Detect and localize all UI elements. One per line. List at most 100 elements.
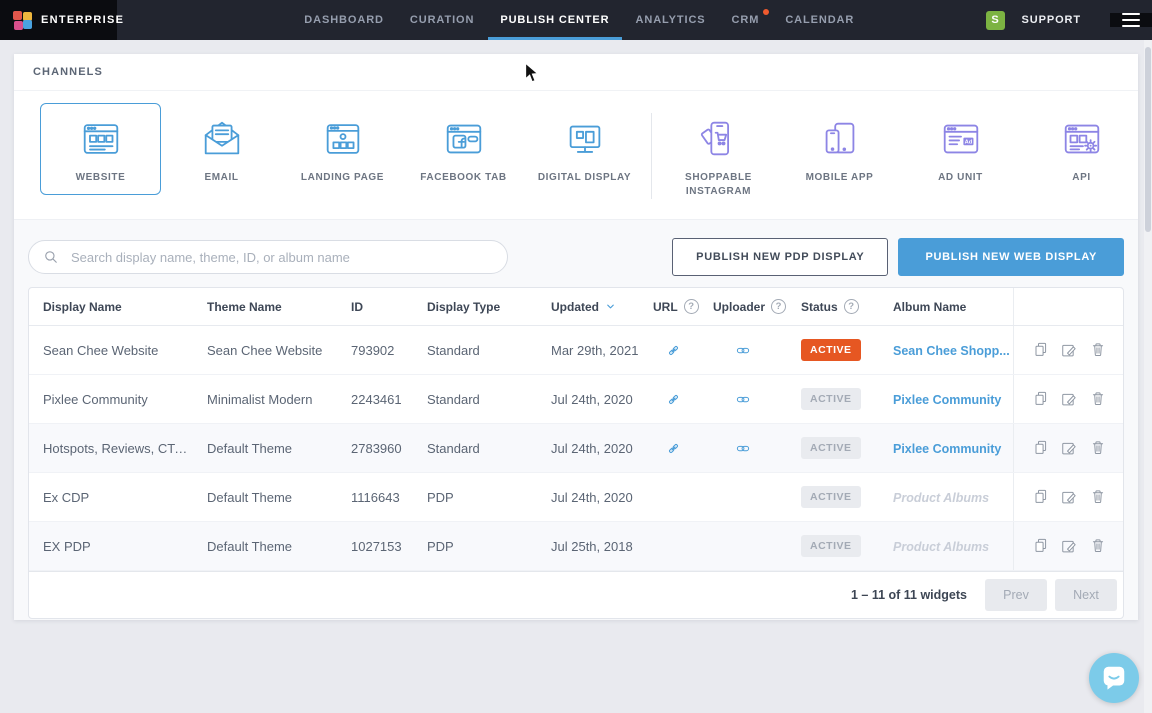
channels-divider [651, 113, 652, 199]
delete-icon[interactable] [1088, 438, 1108, 458]
edit-icon[interactable] [1059, 389, 1079, 409]
column-header-album-name[interactable]: Album Name [879, 288, 1013, 326]
cell-display-type: Standard [413, 326, 537, 375]
pagination-count: 1 – 11 of 11 widgets [851, 588, 967, 602]
table-body: Sean Chee Website Sean Chee Website 7939… [29, 326, 1124, 571]
cell-display-type: Standard [413, 375, 537, 424]
sort-desc-icon[interactable] [605, 301, 616, 312]
column-header-theme-name[interactable]: Theme Name [193, 288, 337, 326]
nav-right: S SUPPORT [986, 0, 1152, 40]
column-header-display-type[interactable]: Display Type [413, 288, 537, 326]
status-badge: ACTIVE [801, 339, 861, 361]
channel-icon [938, 115, 984, 163]
delete-icon[interactable] [1088, 389, 1108, 409]
column-header[interactable] [1013, 288, 1124, 326]
delete-icon[interactable] [1088, 487, 1108, 507]
duplicate-icon[interactable] [1031, 438, 1051, 458]
channel-item-api[interactable]: API [1021, 103, 1142, 195]
url-link-icon[interactable] [666, 392, 681, 407]
status-badge: ACTIVE [801, 388, 861, 410]
user-badge[interactable]: S [986, 11, 1005, 30]
duplicate-icon[interactable] [1031, 340, 1051, 360]
nav-item-publish-center[interactable]: PUBLISH CENTER [487, 0, 622, 40]
nav-item-curation[interactable]: CURATION [397, 0, 487, 40]
channel-icon [199, 115, 245, 163]
column-header-url[interactable]: URL ? [647, 288, 699, 326]
column-header-updated[interactable]: Updated [537, 288, 647, 326]
channels-header: CHANNELS [14, 54, 1138, 91]
chat-widget-button[interactable] [1089, 653, 1139, 703]
column-header-status[interactable]: Status ? [787, 288, 879, 326]
help-icon[interactable]: ? [684, 299, 699, 314]
nav-item-dashboard[interactable]: DASHBOARD [291, 0, 397, 40]
scrollbar-track[interactable] [1144, 40, 1152, 713]
hamburger-menu-button[interactable] [1110, 13, 1152, 28]
channel-icon [441, 115, 487, 163]
url-link-icon[interactable] [666, 441, 681, 456]
cell-display-name: Sean Chee Website [29, 326, 193, 375]
cell-id: 2783960 [337, 424, 413, 473]
column-header-uploader[interactable]: Uploader ? [699, 288, 787, 326]
channel-icon [817, 115, 863, 163]
table-row: Pixlee Community Minimalist Modern 22434… [29, 375, 1124, 424]
channel-item-email[interactable]: EMAIL [161, 103, 282, 195]
album-name-link[interactable]: Sean Chee Shopp... [893, 344, 1010, 358]
url-link-icon[interactable] [666, 343, 681, 358]
publish-new-pdp-display-button[interactable]: PUBLISH NEW PDP DISPLAY [672, 238, 888, 276]
nav-item-analytics[interactable]: ANALYTICS [623, 0, 719, 40]
delete-icon[interactable] [1088, 536, 1108, 556]
channel-item-ad-unit[interactable]: AD UNIT [900, 103, 1021, 195]
channel-item-shoppable-instagram[interactable]: SHOPPABLE INSTAGRAM [658, 103, 779, 208]
channel-item-facebook-tab[interactable]: FACEBOOK TAB [403, 103, 524, 195]
search-input[interactable] [28, 240, 508, 274]
nav-item-crm[interactable]: CRM [719, 0, 773, 40]
duplicate-icon[interactable] [1031, 536, 1051, 556]
duplicate-icon[interactable] [1031, 389, 1051, 409]
nav-links: DASHBOARD CURATION PUBLISH CENTER ANALYT… [291, 0, 867, 40]
channel-item-mobile-app[interactable]: MOBILE APP [779, 103, 900, 195]
main-panel: CHANNELS WEBSITE EMAIL LANDING PAGE FACE… [14, 54, 1138, 620]
displays-table: Display Name Theme Name ID Display Type … [29, 288, 1124, 571]
help-icon[interactable]: ? [844, 299, 859, 314]
channel-item-website[interactable]: WEBSITE [40, 103, 161, 195]
uploader-link-icon[interactable] [734, 441, 752, 456]
delete-icon[interactable] [1088, 340, 1108, 360]
album-name-link: Product Albums [893, 540, 989, 554]
channel-item-digital-display[interactable]: DIGITAL DISPLAY [524, 103, 645, 195]
help-icon[interactable]: ? [771, 299, 786, 314]
search-icon [42, 248, 60, 266]
table-row: EX PDP Default Theme 1027153 PDP Jul 25t… [29, 522, 1124, 571]
scrollbar-thumb[interactable] [1145, 47, 1151, 232]
displays-table-card: Display Name Theme Name ID Display Type … [28, 287, 1124, 619]
brand[interactable]: ENTERPRISE [0, 0, 117, 40]
cell-display-type: PDP [413, 522, 537, 571]
support-link[interactable]: SUPPORT [1022, 14, 1081, 26]
channels-row: WEBSITE EMAIL LANDING PAGE FACEBOOK TAB … [14, 91, 1138, 219]
duplicate-icon[interactable] [1031, 487, 1051, 507]
album-name-link[interactable]: Pixlee Community [893, 393, 1001, 407]
uploader-link-icon[interactable] [734, 343, 752, 358]
edit-icon[interactable] [1059, 340, 1079, 360]
album-name-link[interactable]: Pixlee Community [893, 442, 1001, 456]
brand-logo-icon [13, 11, 32, 30]
cell-theme-name: Minimalist Modern [193, 375, 337, 424]
album-name-link: Product Albums [893, 491, 989, 505]
nav-item-calendar[interactable]: CALENDAR [772, 0, 867, 40]
column-header-id[interactable]: ID [337, 288, 413, 326]
prev-button[interactable]: Prev [985, 579, 1047, 611]
notification-dot [763, 9, 769, 15]
uploader-link-icon[interactable] [734, 392, 752, 407]
edit-icon[interactable] [1059, 438, 1079, 458]
publish-new-web-display-button[interactable]: PUBLISH NEW WEB DISPLAY [898, 238, 1124, 276]
cell-theme-name: Default Theme [193, 473, 337, 522]
edit-icon[interactable] [1059, 536, 1079, 556]
channel-item-landing-page[interactable]: LANDING PAGE [282, 103, 403, 195]
cell-id: 2243461 [337, 375, 413, 424]
search-box[interactable] [28, 240, 508, 274]
edit-icon[interactable] [1059, 487, 1079, 507]
table-header-row: Display Name Theme Name ID Display Type … [29, 288, 1124, 326]
channel-icon [320, 115, 366, 163]
cell-updated: Mar 29th, 2021 [537, 326, 647, 375]
next-button[interactable]: Next [1055, 579, 1117, 611]
column-header-display-name[interactable]: Display Name [29, 288, 193, 326]
